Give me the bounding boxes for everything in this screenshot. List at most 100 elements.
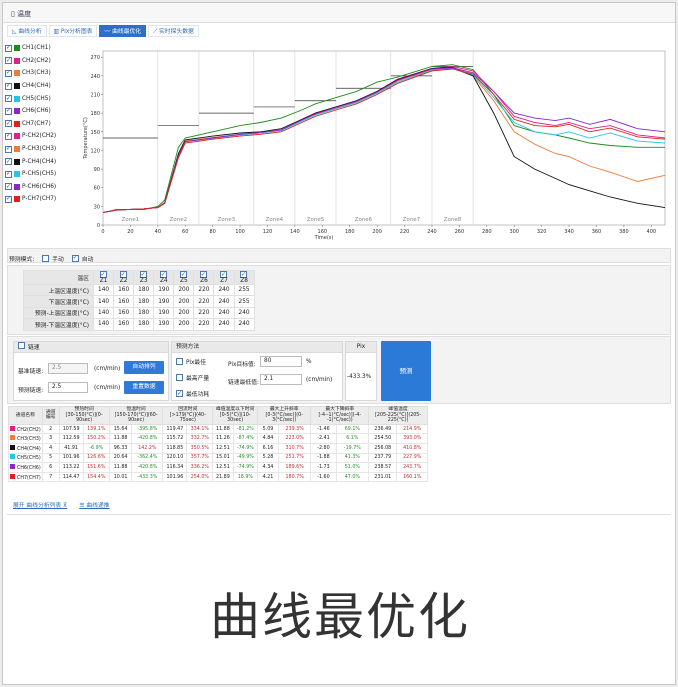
channel-checkbox[interactable]: ✓ (5, 183, 12, 191)
mode-manual-option[interactable]: 手动 (42, 254, 64, 263)
tab-pix-chart[interactable]: ▥ Pix分析图表 (48, 25, 98, 37)
zone-temp-cell[interactable]: 140 (92, 283, 115, 297)
zone-header-cell[interactable]: ✓Z5 (173, 270, 195, 285)
zone-temp-cell[interactable]: 190 (153, 318, 175, 331)
zone-temp-cell[interactable]: 240 (213, 283, 235, 297)
zone-temp-cell[interactable]: 220 (193, 283, 215, 297)
zone-temp-cell[interactable]: 190 (153, 295, 175, 308)
zone-temp-cell[interactable]: 240 (213, 306, 235, 320)
zone-temp-cell[interactable]: 240 (233, 306, 255, 320)
channel-legend-item[interactable]: ✓ CH7(CH7) (5, 118, 77, 131)
zone-checkbox[interactable]: ✓ (159, 271, 167, 278)
zone-checkbox[interactable]: ✓ (220, 271, 227, 278)
channel-checkbox[interactable]: ✓ (5, 195, 12, 203)
zone-checkbox[interactable]: ✓ (240, 271, 248, 278)
channel-legend-item[interactable]: ✓ P-CH6(CH6) (5, 181, 77, 194)
channel-checkbox[interactable]: ✓ (5, 82, 12, 90)
channel-legend-item[interactable]: ✓ CH3(CH3) (5, 67, 77, 80)
mode-auto-option[interactable]: ✓ 自动 (71, 254, 93, 263)
method-pix-option[interactable]: Pix最佳 (176, 357, 206, 366)
zone-checkbox[interactable]: ✓ (199, 271, 207, 278)
method-output-option[interactable]: 最高产量 (176, 373, 209, 382)
zone-header-cell[interactable]: ✓Z2 (113, 270, 135, 285)
reset-data-button[interactable]: 重置数据 (124, 381, 164, 394)
zone-header-cell[interactable]: ✓Z4 (153, 270, 175, 285)
method-pix-checkbox[interactable] (176, 358, 183, 365)
zone-checkbox[interactable]: ✓ (139, 271, 147, 278)
channel-checkbox[interactable]: ✓ (5, 120, 12, 128)
channel-checkbox[interactable]: ✓ (5, 170, 12, 178)
zone-temp-cell[interactable]: 220 (193, 295, 215, 308)
zone-temp-cell[interactable]: 180 (133, 295, 155, 308)
channel-checkbox[interactable]: ✓ (5, 145, 12, 153)
zone-temp-cell[interactable]: 200 (173, 318, 195, 331)
zone-temp-cell[interactable]: 140 (92, 318, 115, 331)
zone-temp-cell[interactable]: 160 (113, 306, 135, 320)
zone-temp-cell[interactable]: 160 (113, 283, 135, 297)
method-power-option[interactable]: ✓ 最低功耗 (176, 389, 209, 398)
min-speed-input[interactable]: 2.1 (260, 374, 302, 385)
zone-temp-cell[interactable]: 160 (113, 318, 135, 331)
zone-temp-cell[interactable]: 190 (153, 306, 175, 320)
pix-target-input[interactable]: 80 (260, 356, 302, 367)
curve-settings-link[interactable]: ☰ 曲线递推 (79, 500, 109, 509)
zone-temp-cell[interactable]: 240 (233, 318, 255, 331)
tab-curve-analysis[interactable]: ◺ 曲线分析 (7, 25, 47, 37)
channel-checkbox[interactable]: ✓ (5, 132, 12, 140)
channel-legend-item[interactable]: ✓ CH5(CH5) (5, 92, 77, 105)
table-row[interactable]: CH5(CH5) 5 101.96 126.6% 20.64 -362.4% 120.10 3… (8, 452, 428, 464)
zone-temp-cell[interactable]: 200 (173, 306, 195, 320)
method-power-checkbox[interactable]: ✓ (176, 390, 183, 397)
zone-temp-cell[interactable]: 180 (133, 306, 155, 320)
channel-legend-item[interactable]: ✓ CH2(CH2) (5, 55, 77, 68)
zone-temp-cell[interactable]: 255 (233, 295, 255, 308)
zone-header-cell[interactable]: ✓Z6 (193, 270, 215, 285)
zone-temp-cell[interactable]: 200 (173, 295, 195, 308)
method-output-checkbox[interactable] (176, 374, 183, 381)
predict-button[interactable]: 预测 (381, 341, 431, 401)
zone-temp-cell[interactable]: 140 (92, 295, 115, 308)
base-speed-input[interactable]: 2.5 (48, 363, 88, 374)
channel-checkbox[interactable]: ✓ (5, 95, 12, 103)
mode-auto-checkbox[interactable]: ✓ (71, 254, 79, 262)
zone-header-cell[interactable]: ✓Z3 (133, 270, 155, 285)
zone-temp-cell[interactable]: 255 (233, 283, 255, 297)
zone-temp-cell[interactable]: 180 (133, 318, 155, 331)
zone-header-cell[interactable]: ✓Z7 (213, 270, 235, 285)
table-row[interactable]: CH4(CH4) 4 41.91 -6.9% 96.33 142.2% 118.85 350.… (8, 442, 428, 454)
tab-curve-optimize[interactable]: 〰 曲线最优化 (99, 25, 147, 37)
channel-legend-item[interactable]: ✓ CH1(CH1) (5, 42, 77, 55)
channel-checkbox[interactable]: ✓ (5, 44, 12, 52)
zone-temp-cell[interactable]: 190 (153, 283, 175, 297)
zone-checkbox[interactable]: ✓ (179, 271, 187, 278)
zone-checkbox[interactable]: ✓ (99, 271, 107, 278)
channel-legend-item[interactable]: ✓ P-CH4(CH4) (5, 155, 77, 168)
channel-legend-item[interactable]: ✓ CH6(CH6) (5, 105, 77, 118)
channel-legend-item[interactable]: ✓ CH4(CH4) (5, 80, 77, 93)
auto-arrange-button[interactable]: 自动排列 (124, 361, 164, 374)
table-row[interactable]: CH6(CH6) 6 113.22 151.6% 11.88 -420.8% 116.34 3… (8, 462, 428, 473)
channel-checkbox[interactable]: ✓ (5, 107, 12, 115)
table-row[interactable]: CH3(CH3) 3 112.59 150.2% 11.88 -420.8% 115.72 3… (8, 433, 428, 444)
zone-temp-cell[interactable]: 140 (92, 306, 115, 320)
channel-legend-item[interactable]: ✓ P-CH5(CH5) (5, 168, 77, 181)
mode-manual-checkbox[interactable] (42, 254, 50, 262)
table-row[interactable]: CH7(CH7) 7 114.47 154.4% 10.01 -433.3% 101.96 2… (8, 471, 428, 483)
zone-temp-cell[interactable]: 240 (213, 318, 235, 331)
channel-legend-item[interactable]: ✓ P-CH3(CH3) (5, 143, 77, 156)
expand-analysis-link[interactable]: 展开 曲线分析列表 ⊼ (13, 500, 67, 509)
table-row[interactable]: CH2(CH2) 2 107.59 139.1% 15.64 -395.8% 119.47 3… (8, 423, 428, 435)
zone-header-cell[interactable]: ✓Z8 (233, 270, 255, 285)
channel-legend-item[interactable]: ✓ P-CH7(CH7) (5, 193, 77, 206)
zone-checkbox[interactable]: ✓ (119, 271, 127, 278)
zone-temp-cell[interactable]: 220 (193, 306, 215, 320)
zone-temp-cell[interactable]: 200 (173, 283, 195, 297)
zone-temp-cell[interactable]: 180 (133, 283, 155, 297)
pred-speed-input[interactable]: 2.5 (48, 382, 88, 393)
channel-checkbox[interactable]: ✓ (5, 158, 12, 166)
zone-temp-cell[interactable]: 160 (113, 295, 135, 308)
channel-legend-item[interactable]: ✓ P-CH2(CH2) (5, 130, 77, 143)
zone-temp-cell[interactable]: 240 (213, 295, 235, 308)
zone-temp-cell[interactable]: 220 (193, 318, 215, 331)
speed-checkbox[interactable] (18, 342, 25, 349)
